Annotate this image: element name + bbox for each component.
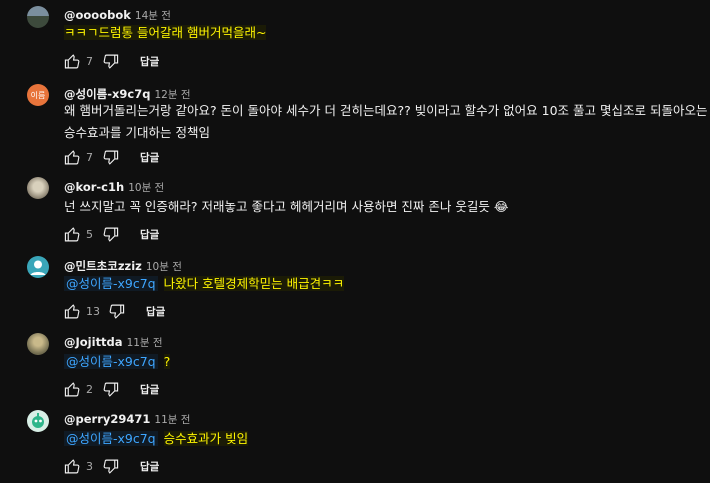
thumbs-down-icon[interactable] — [100, 147, 120, 167]
comment-time[interactable]: 11분 전 — [127, 337, 163, 349]
thumbs-down-icon[interactable] — [100, 379, 120, 399]
reply-button[interactable]: 답글 — [140, 227, 159, 242]
comment-body: ? — [163, 354, 171, 369]
mention-link[interactable]: @성이름-x9c7q — [64, 276, 158, 291]
comment-text: @성이름-x9c7q 나왔다 호텔경제학믿는 배급견ㅋㅋ — [64, 273, 345, 295]
comment-meta: @oooobok 14분 전 — [64, 8, 171, 23]
thumbs-up-icon[interactable] — [62, 456, 82, 476]
comment-author[interactable]: @perry29471 — [64, 412, 150, 426]
comment-actions: 13 답글 — [62, 301, 165, 321]
thumbs-down-icon[interactable] — [106, 301, 126, 321]
thumbs-up-icon[interactable] — [62, 51, 82, 71]
mention-link[interactable]: @성이름-x9c7q — [64, 431, 158, 446]
thumbs-up-icon[interactable] — [62, 224, 82, 244]
comment-actions: 7 답글 — [62, 147, 159, 167]
like-count: 13 — [86, 304, 100, 318]
avatar[interactable] — [27, 256, 49, 278]
thumbs-up-icon[interactable] — [62, 147, 82, 167]
avatar[interactable] — [27, 333, 49, 355]
comment-text: 넌 쓰지말고 꼭 인증해라? 저래놓고 좋다고 헤헤거리며 사용하면 진짜 존나… — [64, 196, 508, 218]
mention-link[interactable]: @성이름-x9c7q — [64, 354, 158, 369]
reply-button[interactable]: 답글 — [140, 382, 159, 397]
reply-button[interactable]: 답글 — [140, 459, 159, 474]
thumbs-down-icon[interactable] — [100, 224, 120, 244]
comment-text: @성이름-x9c7q? — [64, 351, 171, 373]
comment-time[interactable]: 11분 전 — [154, 414, 190, 426]
comment-author[interactable]: @kor-c1h — [64, 180, 124, 194]
avatar[interactable] — [27, 410, 49, 432]
comment-author[interactable]: @oooobok — [64, 8, 131, 22]
laughing-emoji-icon: 😂 — [493, 199, 509, 214]
avatar[interactable]: 이름 — [27, 84, 49, 106]
comment-time[interactable]: 10분 전 — [128, 182, 164, 194]
reply-button[interactable]: 답글 — [146, 304, 165, 319]
comment-body-line2: 승수효과를 기대하는 정책임 — [64, 125, 210, 140]
comment-actions: 5 답글 — [62, 224, 159, 244]
comment-body: 왜 햄버거돌리는거랑 같아요? 돈이 돌아야 세수가 더 걷히는데요?? 빚이라… — [64, 103, 708, 118]
like-count: 5 — [86, 227, 93, 241]
thumbs-down-icon[interactable] — [100, 51, 120, 71]
like-count: 7 — [86, 150, 93, 164]
comment-actions: 2 답글 — [62, 379, 159, 399]
comment-meta: @민트초코zziz 10분 전 — [64, 258, 182, 274]
like-count: 2 — [86, 382, 93, 396]
default-user-icon — [30, 260, 46, 275]
comment-time[interactable]: 10분 전 — [146, 261, 182, 273]
like-count: 7 — [86, 54, 93, 68]
comment-body: 나왔다 호텔경제학믿는 배급견ㅋㅋ — [163, 276, 345, 291]
avatar[interactable] — [27, 6, 49, 28]
comment-time[interactable]: 14분 전 — [135, 10, 171, 22]
comment-meta: @perry29471 11분 전 — [64, 412, 190, 427]
comment-actions: 7 답글 — [62, 51, 159, 71]
robot-avatar-icon — [32, 413, 44, 428]
comment-body: 넌 쓰지말고 꼭 인증해라? 저래놓고 좋다고 헤헤거리며 사용하면 진짜 존나… — [64, 199, 490, 214]
comment-author[interactable]: @Jojittda — [64, 335, 123, 349]
reply-button[interactable]: 답글 — [140, 150, 159, 165]
comment-text: ㅋㅋㄱ드럼통 들어갈래 햄버거먹을래~ — [64, 22, 267, 44]
comment-body: 승수효과가 빚임 — [163, 431, 249, 446]
comment-body: ㅋㅋㄱ드럼통 들어갈래 햄버거먹을래~ — [64, 25, 267, 40]
comment-author[interactable]: @성이름-x9c7q — [64, 87, 150, 101]
thumbs-down-icon[interactable] — [100, 456, 120, 476]
thumbs-up-icon[interactable] — [62, 379, 82, 399]
comment-author[interactable]: @민트초코zziz — [64, 259, 142, 273]
comment-text: @성이름-x9c7q 승수효과가 빚임 — [64, 428, 249, 450]
reply-button[interactable]: 답글 — [140, 54, 159, 69]
avatar[interactable] — [27, 177, 49, 199]
comment-meta: @Jojittda 11분 전 — [64, 335, 163, 350]
comment-meta: @kor-c1h 10분 전 — [64, 180, 164, 195]
thumbs-up-icon[interactable] — [62, 301, 82, 321]
like-count: 3 — [86, 459, 93, 473]
comment-text: 왜 햄버거돌리는거랑 같아요? 돈이 돌아야 세수가 더 걷히는데요?? 빚이라… — [64, 100, 707, 144]
comment-actions: 3 답글 — [62, 456, 159, 476]
avatar-initials: 이름 — [30, 90, 46, 100]
